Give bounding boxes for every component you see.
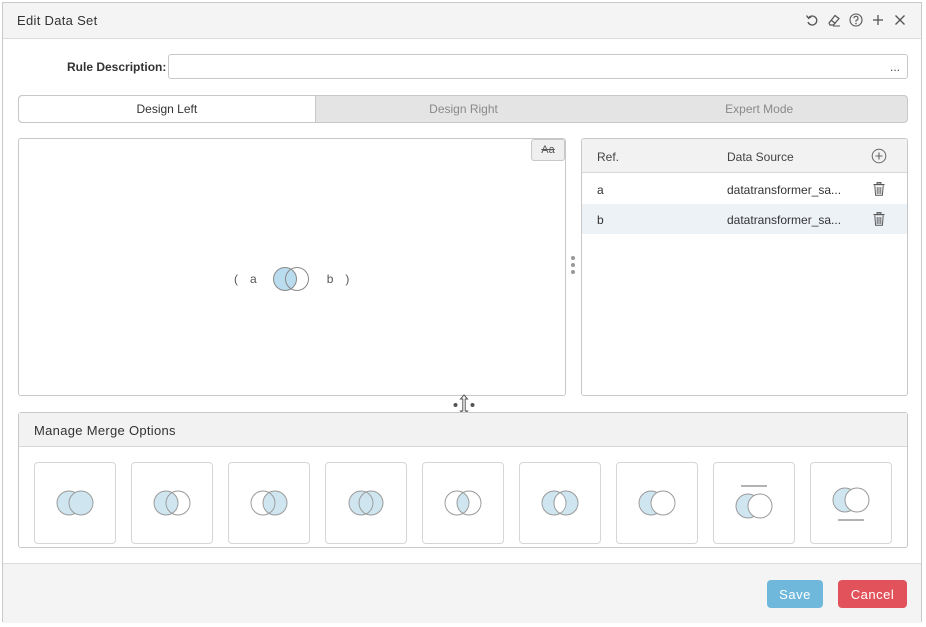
inner-join-icon [444,490,482,516]
close-icon[interactable] [893,12,907,28]
left-only-join-icon [638,490,676,516]
data-source-column-header: Data Source [727,150,794,164]
dialog-footer: Save Cancel [3,563,921,623]
merge-options-title: Manage Merge Options [34,423,176,438]
design-tabs: Design Left Design Right Expert Mode [18,95,908,123]
merge-options-header: Manage Merge Options [19,413,907,447]
ref-cell: b [597,213,604,227]
merge-option-top-filtered[interactable] [713,462,795,544]
table-row[interactable]: a datatransformer_sa... [582,174,907,204]
table-row[interactable]: b datatransformer_sa... [582,204,907,234]
full-outer-join-icon [56,490,94,516]
merge-option-inner-join[interactable] [422,462,504,544]
merge-options-panel: Manage Merge Options [18,412,908,548]
plus-icon[interactable] [871,12,885,28]
rule-description-input[interactable]: ... [168,54,908,79]
dialog-title: Edit Data Set [17,13,98,28]
eraser-icon[interactable] [827,12,841,28]
rule-description-ellipsis[interactable]: ... [890,60,900,74]
close-paren: ) [345,272,350,286]
help-icon[interactable] [849,12,863,28]
reference-table: Ref. Data Source a datatransformer_sa...… [581,138,908,396]
expression-ref-b[interactable]: b [327,272,334,286]
exclusive-join-icon [541,490,579,516]
ref-cell: a [597,183,604,197]
merge-expression: ( a b ) [234,265,349,293]
ref-column-header: Ref. [597,150,620,164]
dialog-titlebar: Edit Data Set [3,3,921,39]
merge-option-exclusive[interactable] [519,462,601,544]
vertical-splitter-handle[interactable] [570,256,576,282]
merge-option-union[interactable] [325,462,407,544]
reference-table-header: Ref. Data Source [582,139,907,173]
union-icon [348,490,384,516]
merge-option-left-join[interactable] [131,462,213,544]
trash-icon[interactable] [873,182,885,196]
data-source-cell: datatransformer_sa... [727,183,842,197]
title-icons [805,12,907,28]
merge-option-bottom-filtered[interactable] [810,462,892,544]
trash-icon[interactable] [873,212,885,226]
open-paren: ( [234,272,238,286]
rule-description-label: Rule Description: [67,60,167,74]
merge-option-left-only[interactable] [616,462,698,544]
tab-expert-mode[interactable]: Expert Mode [611,96,907,122]
left-join-venn-icon[interactable] [271,265,313,293]
merge-option-full-outer[interactable] [34,462,116,544]
add-reference-icon[interactable] [871,148,887,164]
left-join-icon [153,490,191,516]
undo-icon[interactable] [805,12,819,28]
merge-option-right-join[interactable] [228,462,310,544]
expression-ref-a[interactable]: a [250,272,257,286]
right-join-icon [250,490,288,516]
tab-design-right[interactable]: Design Right [316,96,612,122]
cancel-button[interactable]: Cancel [838,580,907,608]
save-button[interactable]: Save [767,580,823,608]
bottom-filtered-join-icon [832,487,870,521]
design-canvas[interactable]: Aa ( a b ) [18,138,566,396]
edit-data-set-dialog: Edit Data Set Rule Description: ... Desi… [2,2,922,623]
data-source-cell: datatransformer_sa... [727,213,842,227]
top-filtered-join-icon [735,485,773,519]
font-toggle-button[interactable]: Aa [531,139,565,161]
tab-design-left[interactable]: Design Left [19,96,316,122]
